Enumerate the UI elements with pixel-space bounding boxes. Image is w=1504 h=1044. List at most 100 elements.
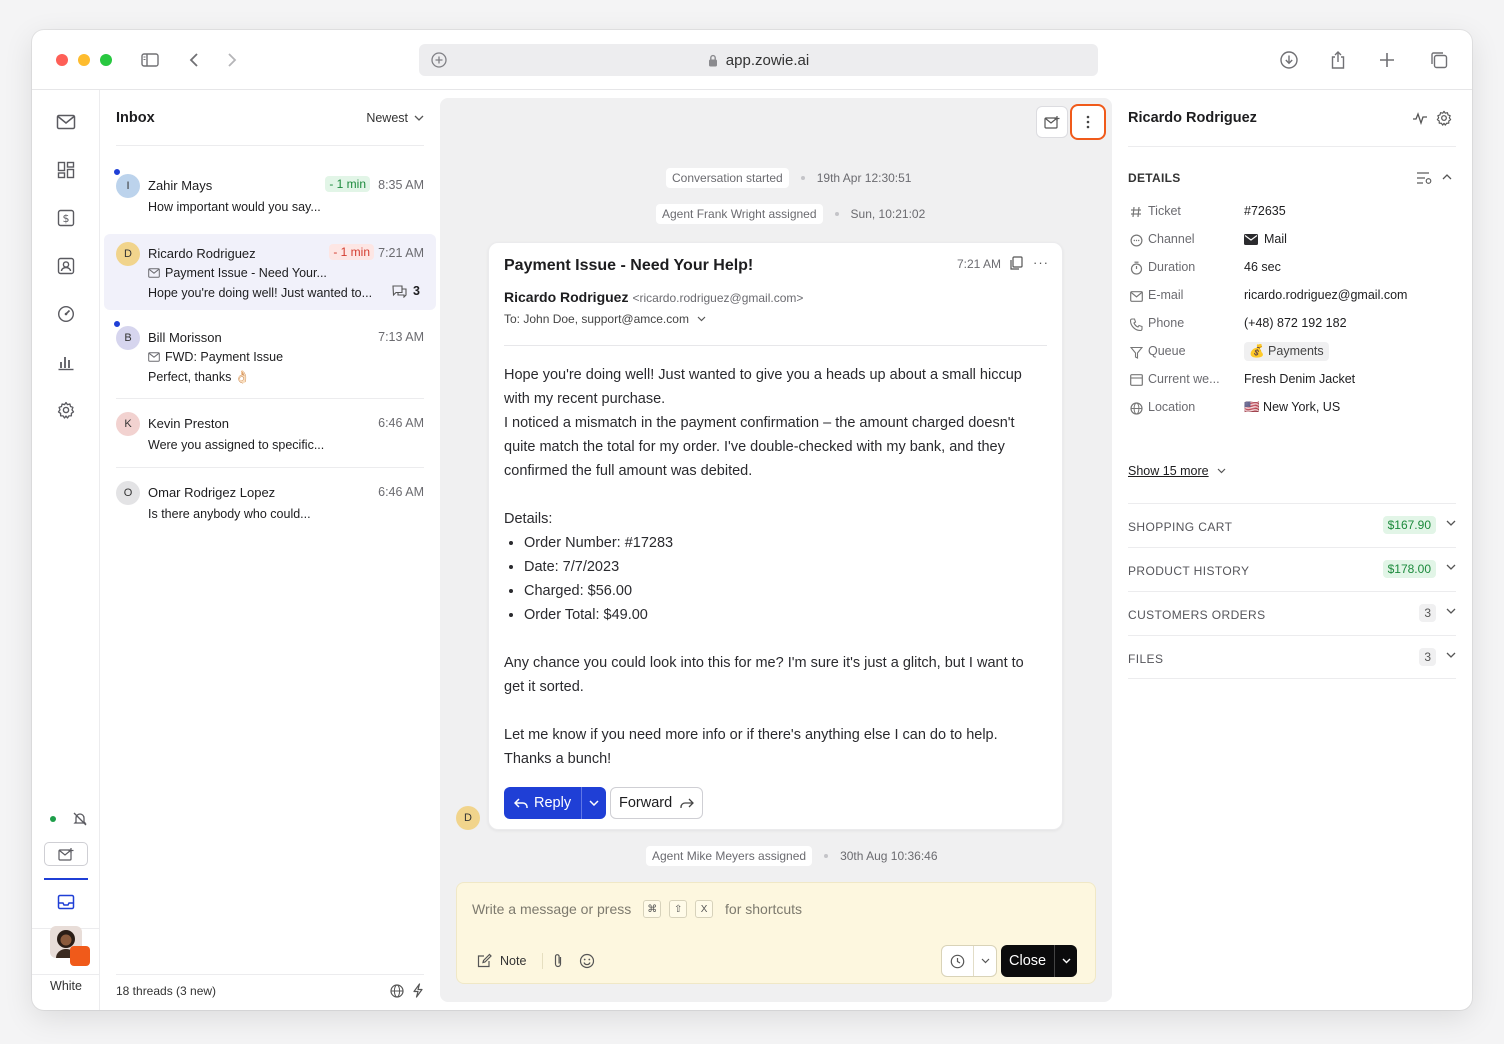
email-body: Hope you're doing well! Just wanted to g… <box>504 363 1044 771</box>
header-divider <box>1128 146 1456 147</box>
new-tab-icon[interactable] <box>1375 48 1399 72</box>
globe-icon[interactable] <box>390 984 404 998</box>
chevron-up-icon[interactable] <box>1442 174 1452 180</box>
browser-window-icon <box>1128 372 1144 388</box>
conversation-event: Agent Frank Wright assigned Sun, 10:21:0… <box>656 204 925 224</box>
reply-options-button[interactable] <box>582 787 606 819</box>
settings-gear-icon[interactable] <box>54 398 78 422</box>
maximize-window-button[interactable] <box>100 54 112 66</box>
emoji-icon[interactable] <box>579 953 595 969</box>
forward-button[interactable]: Forward <box>610 787 704 819</box>
close-conversation-button[interactable]: Close <box>1001 945 1054 977</box>
contacts-icon[interactable] <box>54 254 78 278</box>
thread-sender: Kevin Preston <box>148 416 229 431</box>
section-customer-orders[interactable]: CUSTOMERS ORDERS 3 <box>1128 591 1456 635</box>
thread-time: 7:13 AM <box>378 330 424 344</box>
share-icon[interactable] <box>1326 48 1350 72</box>
kebab-menu-icon <box>1086 115 1090 129</box>
avatar: D <box>116 242 140 266</box>
inbox-panel: Inbox Newest I Zahir Mays - 1 min 8:35 A… <box>100 90 440 1010</box>
sidebar-toggle-icon[interactable] <box>138 48 162 72</box>
minimize-window-button[interactable] <box>78 54 90 66</box>
settings-gear-icon[interactable] <box>1436 110 1452 126</box>
list-item[interactable]: B Bill Morisson 7:13 AM FWD: Payment Iss… <box>113 320 424 390</box>
thread-count: 18 threads (3 new) <box>116 984 217 998</box>
mail-icon <box>148 352 160 362</box>
email-time: 7:21 AM <box>957 257 1002 271</box>
thread-subject-line: Payment Issue - Need Your... <box>148 266 327 280</box>
section-product-history[interactable]: PRODUCT HISTORY $178.00 <box>1128 547 1456 591</box>
mail-icon <box>1244 233 1258 245</box>
hash-icon <box>1128 204 1144 220</box>
snooze-options-chevron-icon[interactable] <box>974 946 996 976</box>
note-button[interactable]: Note <box>477 953 526 968</box>
lightning-icon[interactable] <box>412 983 424 998</box>
analytics-icon[interactable] <box>54 350 78 374</box>
customize-fields-icon[interactable] <box>1416 171 1432 185</box>
user-label: White <box>50 979 82 993</box>
performance-gauge-icon[interactable] <box>54 302 78 326</box>
list-item[interactable]: K Kevin Preston 6:46 AM Were you assigne… <box>116 412 424 456</box>
reply-split-button: Reply <box>504 787 607 819</box>
close-options-button[interactable] <box>1055 945 1077 977</box>
email-more-icon[interactable]: ··· <box>1033 255 1049 270</box>
command-key: ⌘ <box>643 900 662 919</box>
thread-sender: Zahir Mays <box>148 178 213 193</box>
close-window-button[interactable] <box>56 54 68 66</box>
thread-divider <box>116 398 424 399</box>
mail-icon[interactable] <box>54 110 78 134</box>
chevron-down-icon <box>1217 468 1226 474</box>
envelope-icon <box>1128 288 1144 304</box>
billing-icon[interactable]: $ <box>54 206 78 230</box>
conversation-event: Agent Mike Meyers assigned 30th Aug 10:3… <box>646 846 938 866</box>
reply-arrow-icon <box>514 797 528 808</box>
composer-placeholder[interactable]: Write a message or press ⌘ ⇧ X for short… <box>472 900 802 919</box>
sla-badge: - 1 min <box>329 244 374 260</box>
more-options-button[interactable] <box>1070 104 1106 140</box>
back-icon[interactable] <box>182 48 206 72</box>
inbox-tray-icon[interactable] <box>54 890 78 914</box>
conversation-icon <box>392 284 407 298</box>
unread-dot <box>113 320 121 328</box>
list-item[interactable]: O Omar Rodrigez Lopez 6:46 AM Is there a… <box>116 481 424 525</box>
email-recipients[interactable]: To: John Doe, support@amce.com <box>504 312 706 326</box>
section-shopping-cart[interactable]: SHOPPING CART $167.90 <box>1128 503 1456 547</box>
sort-dropdown[interactable]: Newest <box>366 111 424 125</box>
list-item[interactable]: I Zahir Mays - 1 min 8:35 AM How importa… <box>113 168 424 218</box>
thread-preview: Were you assigned to specific... <box>148 438 325 452</box>
dashboard-icon[interactable] <box>54 158 78 182</box>
section-files[interactable]: FILES 3 <box>1128 635 1456 679</box>
queue-badge: 💰 Payments <box>1244 342 1329 361</box>
activity-icon[interactable] <box>1412 111 1428 125</box>
avatar: B <box>116 326 140 350</box>
detail-row-email: E-mail ricardo.rodriguez@gmail.com <box>1128 286 1458 306</box>
thread-preview: How important would you say... <box>148 200 321 214</box>
snooze-clock-icon[interactable] <box>942 946 974 976</box>
snooze-split-button[interactable] <box>941 945 997 977</box>
note-edit-icon <box>477 953 492 968</box>
browser-window: app.zowie.ai $ White Inbox Newest I Zahi… <box>32 30 1472 1010</box>
thread-subject: Payment Issue - Need Your... <box>165 266 327 280</box>
message-composer[interactable]: Write a message or press ⌘ ⇧ X for short… <box>456 882 1096 984</box>
attachment-icon[interactable] <box>552 953 564 969</box>
customer-name: Ricardo Rodriguez <box>1128 110 1257 126</box>
avatar: O <box>116 481 140 505</box>
thread-divider <box>116 467 424 468</box>
mail-icon <box>148 268 160 278</box>
site-settings-icon[interactable] <box>429 50 449 70</box>
forward-icon[interactable] <box>220 48 244 72</box>
forward-arrow-icon <box>680 798 695 808</box>
new-email-button[interactable] <box>1036 106 1068 138</box>
email-message-card: Payment Issue - Need Your Help! 7:21 AM … <box>488 242 1063 830</box>
show-more-link[interactable]: Show 15 more <box>1128 464 1226 478</box>
address-bar[interactable]: app.zowie.ai <box>419 44 1098 76</box>
notifications-off-icon[interactable] <box>68 807 92 831</box>
reply-button[interactable]: Reply <box>504 787 581 819</box>
compose-mail-button[interactable] <box>44 842 88 866</box>
stopwatch-icon <box>1128 260 1144 276</box>
detail-row-current-website: Current we... Fresh Denim Jacket <box>1128 370 1458 390</box>
copy-icon[interactable] <box>1009 256 1023 271</box>
list-item[interactable]: D Ricardo Rodriguez - 1 min 7:21 AM Paym… <box>116 242 424 306</box>
download-icon[interactable] <box>1277 48 1301 72</box>
tab-overview-icon[interactable] <box>1427 48 1451 72</box>
